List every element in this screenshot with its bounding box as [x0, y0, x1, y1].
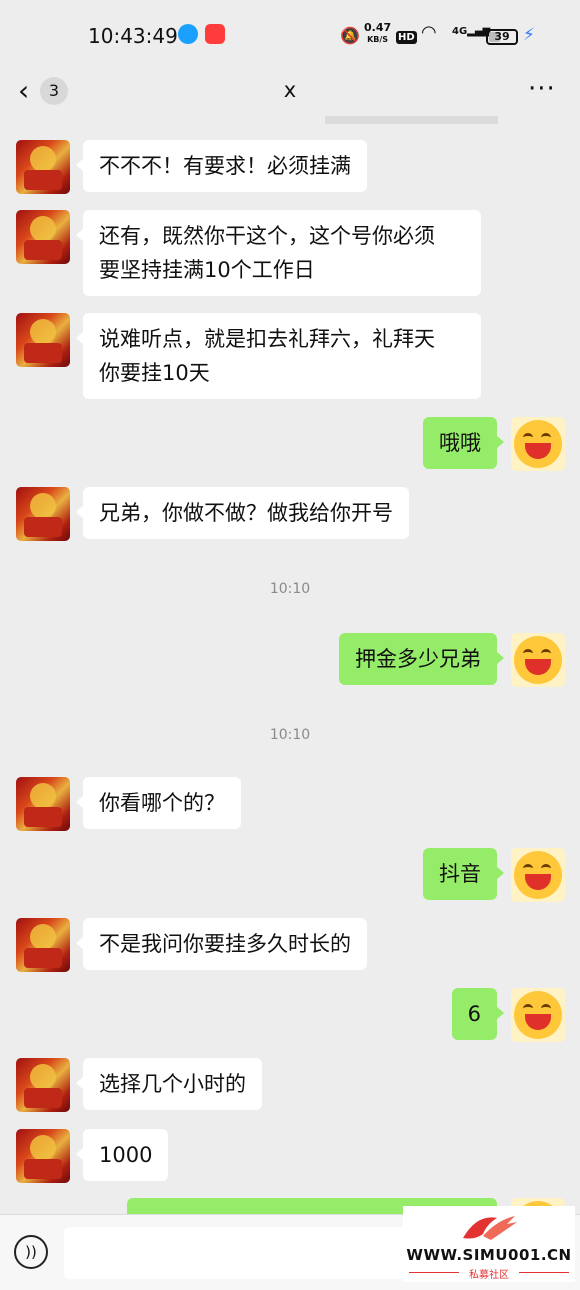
net-speed: 0.47 KB/S [364, 21, 392, 44]
voice-icon[interactable]: )) [14, 1235, 48, 1269]
message-bubble-received[interactable]: 选择几个小时的 [76, 1058, 262, 1110]
message-bubble-received[interactable]: 1000 [75, 1129, 169, 1181]
message-bubble-sent[interactable]: 抖音 [423, 848, 504, 900]
charging-icon: ⚡ [523, 25, 535, 45]
battery-icon: 39 [486, 29, 518, 45]
battery-level: 39 [494, 30, 510, 43]
app-notification-icon [205, 24, 225, 44]
message-bubble-sent[interactable]: 哦哦 [423, 417, 504, 469]
wifi-icon: ◠ [421, 22, 437, 43]
message-bubble-sent[interactable]: 6 [451, 988, 505, 1040]
message-timestamp: 10:10 [269, 727, 311, 743]
qq-icon [178, 24, 198, 44]
status-time: 10:43:49 [88, 24, 178, 48]
signal-icon: 4G▂▄▆ [452, 26, 491, 37]
message-bubble-received[interactable]: 还有，既然你干这个，这个号你必须 要坚持挂满10个工作日 [76, 210, 481, 296]
my-avatar[interactable] [511, 988, 565, 1042]
my-avatar[interactable] [511, 633, 565, 687]
mute-icon: 🔕 [340, 26, 360, 45]
hd-badge: HD [396, 31, 417, 44]
contact-avatar[interactable] [16, 1129, 70, 1183]
chat-title: x [283, 78, 297, 102]
watermark-subtitle: 私募社区 [469, 1270, 509, 1281]
contact-avatar[interactable] [16, 487, 70, 541]
contact-avatar[interactable] [16, 1058, 70, 1112]
status-bar: 10:43:49 🔕 0.47 KB/S HD ◠ 4G▂▄▆ 39 ⚡ [0, 0, 580, 66]
watermark-url: WWW.SIMU001.CN [406, 1246, 572, 1264]
contact-avatar[interactable] [16, 210, 70, 264]
message-bubble-received[interactable]: 兄弟，你做不做？做我给你开号 [76, 487, 409, 539]
my-avatar[interactable] [511, 417, 565, 471]
watermark-logo [463, 1216, 517, 1240]
contact-avatar[interactable] [16, 313, 70, 367]
message-input[interactable] [64, 1227, 424, 1279]
message-bubble-received[interactable]: 你看哪个的？ [76, 777, 241, 829]
my-avatar[interactable] [511, 848, 565, 902]
contact-avatar[interactable] [16, 918, 70, 972]
watermark: WWW.SIMU001.CN 私募社区 [403, 1206, 575, 1282]
message-bubble-sent[interactable]: 押金多少兄弟 [339, 633, 504, 685]
message-timestamp: 10:10 [269, 581, 311, 597]
message-bubble-received[interactable]: 说难听点，就是扣去礼拜六，礼拜天 你要挂10天 [76, 313, 481, 399]
contact-avatar[interactable] [16, 140, 70, 194]
message-bubble-received[interactable]: 不不不！有要求！必须挂满 [76, 140, 367, 192]
chat-header: ‹ 3 x ··· [0, 66, 580, 118]
more-icon[interactable]: ··· [528, 76, 556, 102]
clipped-message-edge [325, 116, 498, 124]
message-bubble-received[interactable]: 不是我问你要挂多久时长的 [76, 918, 367, 970]
contact-avatar[interactable] [16, 777, 70, 831]
